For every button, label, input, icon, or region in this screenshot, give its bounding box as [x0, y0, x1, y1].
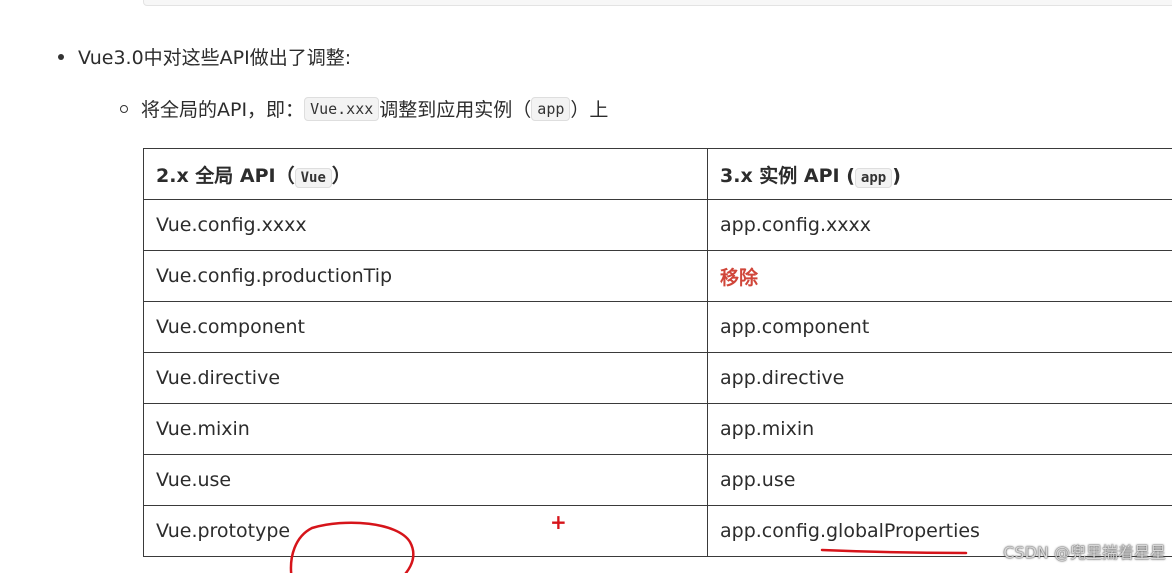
- table-header-row: 2.x 全局 API（ Vue） 3.x 实例 API (app): [143, 148, 1172, 200]
- table-row: Vue.mixin app.mixin: [143, 403, 1172, 455]
- bullet-text: Vue3.0中对这些API做出了调整:: [78, 47, 352, 69]
- table-row: Vue.component app.component: [143, 301, 1172, 353]
- header-left-code: Vue: [294, 167, 332, 188]
- table-row: Vue.config.xxxx app.config.xxxx: [143, 199, 1172, 251]
- table-cell-global: Vue.directive: [143, 352, 708, 404]
- inline-code-app: app: [531, 96, 571, 121]
- header-right-code: app: [854, 167, 893, 188]
- header-right-close: ): [892, 164, 901, 187]
- sub-bullet-text-end: ）上: [570, 99, 609, 121]
- csdn-watermark: CSDN @兜里揣着星星: [1003, 543, 1166, 562]
- sub-bullet-text-start: 将全局的API，即：: [141, 99, 305, 121]
- table-row: Vue.use app.use: [143, 454, 1172, 506]
- hollow-bullet-icon: [120, 104, 128, 113]
- header-right-label: 3.x 实例 API (: [720, 164, 855, 187]
- table-row: Vue.directive app.directive: [143, 352, 1172, 404]
- table-cell-global: Vue.config.productionTip: [143, 250, 708, 302]
- table-cell-removed: 移除: [707, 250, 1172, 302]
- table-cell-global: Vue.config.xxxx: [143, 199, 708, 251]
- header-global-api: 2.x 全局 API（ Vue）: [143, 148, 708, 200]
- table-cell-instance: app.directive: [707, 352, 1172, 404]
- table-cell-instance: app.use: [707, 454, 1172, 506]
- table-cell-instance: app.mixin: [707, 403, 1172, 455]
- table-cell-global: Vue.use: [143, 454, 708, 506]
- table-row: Vue.config.productionTip 移除: [143, 250, 1172, 302]
- header-left-close: ）: [331, 164, 351, 187]
- inline-code-vue-xxx: Vue.xxx: [304, 96, 380, 121]
- header-instance-api: 3.x 实例 API (app): [707, 148, 1172, 200]
- bullet-item: Vue3.0中对这些API做出了调整:: [58, 43, 351, 70]
- table-cell-global: Vue.prototype: [143, 505, 708, 557]
- sub-bullet-text-middle: 调整到应用实例（: [379, 99, 532, 121]
- table-cell-instance: app.component: [707, 301, 1172, 353]
- api-comparison-table: 2.x 全局 API（ Vue） 3.x 实例 API (app) Vue.con…: [143, 148, 1172, 557]
- document-page: Vue3.0中对这些API做出了调整: 将全局的API，即： Vue.xxx 调…: [0, 0, 1172, 573]
- table-cell-global: Vue.mixin: [143, 403, 708, 455]
- code-block-edge: [143, 0, 1172, 6]
- sub-bullet-item: 将全局的API，即： Vue.xxx 调整到应用实例（ app ）上: [120, 95, 608, 122]
- bullet-dot-icon: [58, 53, 64, 60]
- table-cell-global: Vue.component: [143, 301, 708, 353]
- table-cell-instance: app.config.xxxx: [707, 199, 1172, 251]
- header-left-label: 2.x 全局 API（: [156, 164, 295, 187]
